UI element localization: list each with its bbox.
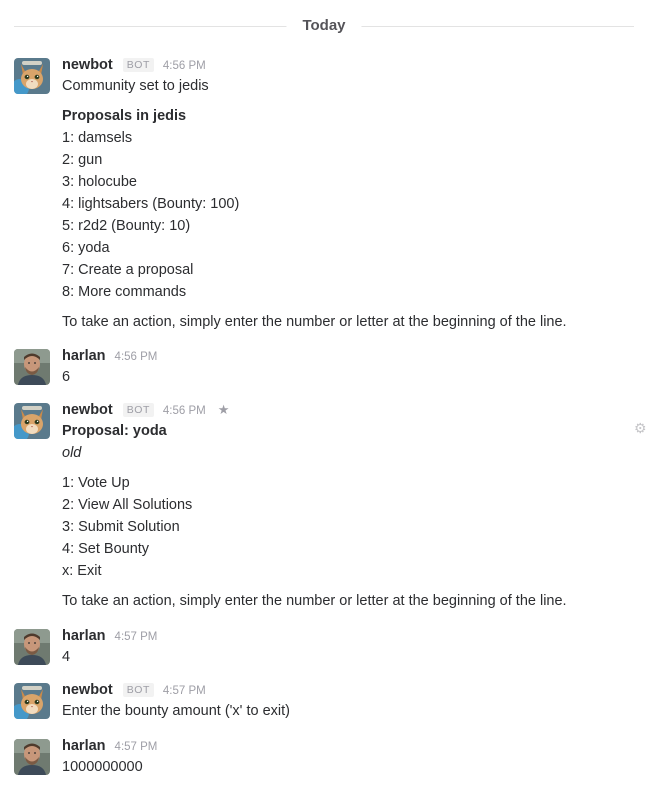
avatar[interactable] — [14, 403, 50, 439]
gear-icon[interactable]: ⚙ — [634, 421, 648, 435]
timestamp[interactable]: 4:57 PM — [115, 631, 158, 643]
timestamp[interactable]: 4:56 PM — [115, 351, 158, 363]
avatar[interactable] — [14, 739, 50, 775]
list-item: 8: More commands — [62, 284, 187, 300]
proposal-title: Proposal: yoda — [62, 423, 167, 439]
list-item: 4: lightsabers (Bounty: 100) — [62, 196, 240, 212]
message-footer: To take an action, simply enter the numb… — [62, 314, 567, 330]
author-name[interactable]: harlan — [62, 628, 106, 644]
timestamp[interactable]: 4:56 PM — [163, 60, 206, 72]
avatar-image — [14, 403, 50, 439]
author-name[interactable]: newbot — [62, 57, 113, 73]
list-item: 1: damsels — [62, 130, 133, 146]
message-text: Enter the bounty amount ('x' to exit) — [62, 703, 290, 719]
list-item: x: Exit — [62, 563, 102, 579]
author-name[interactable]: newbot — [62, 682, 113, 698]
date-divider-label: Today — [286, 16, 362, 36]
list-title: Proposals in jedis — [62, 108, 187, 124]
message-text: 4 — [62, 649, 71, 665]
list-item: 2: View All Solutions — [62, 497, 193, 513]
date-divider: Today — [14, 16, 634, 36]
avatar-image — [14, 629, 50, 665]
avatar-image — [14, 683, 50, 719]
list-item: 6: yoda — [62, 240, 110, 256]
author-name[interactable]: newbot — [62, 402, 113, 418]
avatar-image — [14, 58, 50, 94]
message-text: 6 — [62, 369, 71, 385]
timestamp[interactable]: 4:56 PM — [163, 405, 206, 417]
bot-badge: BOT — [122, 58, 154, 72]
message-footer: To take an action, simply enter the numb… — [62, 593, 567, 609]
list-item: 5: r2d2 (Bounty: 10) — [62, 218, 191, 234]
author-name[interactable]: harlan — [62, 348, 106, 364]
avatar[interactable] — [14, 629, 50, 665]
avatar-image — [14, 739, 50, 775]
avatar[interactable] — [14, 683, 50, 719]
list-item: 4: Set Bounty — [62, 541, 150, 557]
timestamp[interactable]: 4:57 PM — [163, 685, 206, 697]
list-item: 3: holocube — [62, 174, 137, 190]
timestamp[interactable]: 4:57 PM — [115, 741, 158, 753]
list-item: 3: Submit Solution — [62, 519, 180, 535]
bot-badge: BOT — [122, 683, 154, 697]
avatar-image — [14, 349, 50, 385]
bot-badge: BOT — [122, 403, 154, 417]
avatar[interactable] — [14, 58, 50, 94]
message-text: Community set to jedis — [62, 78, 209, 94]
message-text: 1000000000 — [62, 759, 143, 775]
author-name[interactable]: harlan — [62, 738, 106, 754]
list-item: 7: Create a proposal — [62, 262, 194, 278]
list-item: 2: gun — [62, 152, 103, 168]
star-icon[interactable]: ★ — [218, 401, 230, 419]
list-item: 1: Vote Up — [62, 475, 130, 491]
proposal-subtitle: old — [62, 445, 82, 461]
avatar[interactable] — [14, 349, 50, 385]
